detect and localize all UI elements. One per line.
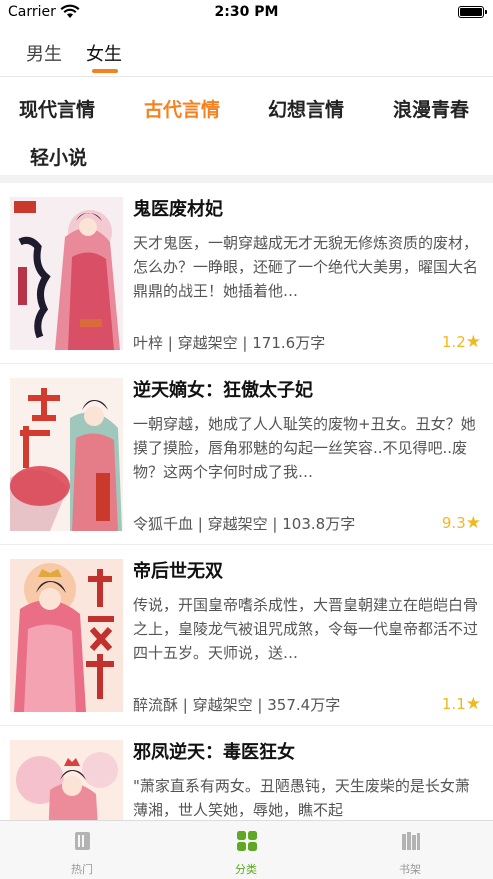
tab-female[interactable]: 女生 xyxy=(86,40,122,66)
book-genre: 穿越架空 xyxy=(177,334,238,352)
book-meta: 醉流酥 | 穿越架空 | 357.4万字 xyxy=(133,694,340,715)
book-icon xyxy=(75,832,90,850)
status-bar: Carrier 2:30 PM xyxy=(0,0,493,26)
book-title: 帝后世无双 xyxy=(133,561,223,582)
book-cover-image xyxy=(10,559,123,712)
book-author: 叶梓 xyxy=(133,334,164,352)
book-description: 传说，开国皇帝嗜杀成性，大晋皇朝建立在皑皑白骨之上，皇陵龙气被诅咒成煞，令每一代… xyxy=(133,596,479,662)
book-genre: 穿越架空 xyxy=(192,696,253,714)
star-icon: ★ xyxy=(465,694,481,714)
book-word-count: 357.4万字 xyxy=(267,696,341,714)
tab-hot[interactable]: 热门 xyxy=(0,821,164,879)
category-romantic-youth[interactable]: 浪漫青春 xyxy=(393,95,469,122)
book-word-count: 103.8万字 xyxy=(282,515,356,533)
book-item[interactable]: 逆天嫡女：狂傲太子妃 一朝穿越，她成了人人耻笑的废物+丑女。丑女？她摸了摸脸，唇… xyxy=(0,364,493,545)
meta-separator: | xyxy=(242,334,253,352)
meta-separator: | xyxy=(197,515,208,533)
book-description: "萧家直系有两女。丑陋愚钝，天生废柴的是长女萧薄湘，世人笑她，辱她，瞧不起 xyxy=(133,777,470,819)
book-author: 令狐千血 xyxy=(133,515,194,533)
category-selector: 现代言情 古代言情 幻想言情 浪漫青春 轻小说 xyxy=(0,77,493,177)
book-rating: 1.1★ xyxy=(442,694,481,714)
book-cover-image xyxy=(10,197,123,350)
book-description: 一朝穿越，她成了人人耻笑的废物+丑女。丑女？她摸了摸脸，唇角邪魅的勾起一丝笑容.… xyxy=(133,415,476,481)
book-genre: 穿越架空 xyxy=(207,515,268,533)
star-icon: ★ xyxy=(465,513,481,533)
book-rating: 1.2★ xyxy=(442,332,481,352)
bottom-tab-bar: 热门 分类 书架 xyxy=(0,820,493,879)
meta-separator: | xyxy=(272,515,283,533)
rating-value: 1.2 xyxy=(441,333,466,351)
book-author: 醉流酥 xyxy=(133,696,179,714)
book-cover-image xyxy=(10,740,123,820)
book-list: 鬼医废材妃 天才鬼医，一朝穿越成无才无貌无修炼资质的废材，怎么办？一睁眼，还砸了… xyxy=(0,183,493,820)
book-item[interactable]: 鬼医废材妃 天才鬼医，一朝穿越成无才无貌无修炼资质的废材，怎么办？一睁眼，还砸了… xyxy=(0,183,493,364)
meta-separator: | xyxy=(182,696,193,714)
meta-separator: | xyxy=(167,334,178,352)
active-tab-indicator xyxy=(92,69,118,73)
tab-category[interactable]: 分类 xyxy=(164,821,328,879)
meta-separator: | xyxy=(257,696,268,714)
book-word-count: 171.6万字 xyxy=(252,334,326,352)
book-title: 逆天嫡女：狂傲太子妃 xyxy=(133,380,313,401)
tab-label: 热门 xyxy=(71,863,93,876)
book-meta: 叶梓 | 穿越架空 | 171.6万字 xyxy=(133,332,325,353)
category-ancient-romance[interactable]: 古代言情 xyxy=(144,95,220,122)
gender-tabs: 男生 女生 xyxy=(0,26,493,76)
book-description: 天才鬼医，一朝穿越成无才无貌无修炼资质的废材，怎么办？一睁眼，还砸了一个绝代大美… xyxy=(133,234,479,300)
star-icon: ★ xyxy=(465,332,481,352)
category-fantasy-romance[interactable]: 幻想言情 xyxy=(268,95,344,122)
rating-value: 1.1 xyxy=(441,695,466,713)
bookshelf-icon xyxy=(402,832,420,850)
tab-label: 书架 xyxy=(399,863,421,876)
book-item[interactable]: 帝后世无双 传说，开国皇帝嗜杀成性，大晋皇朝建立在皑皑白骨之上，皇陵龙气被诅咒成… xyxy=(0,545,493,726)
grid-icon xyxy=(237,831,257,851)
book-item[interactable]: 邪凤逆天：毒医狂女 "萧家直系有两女。丑陋愚钝，天生废柴的是长女萧薄湘，世人笑她… xyxy=(0,726,493,820)
section-gap xyxy=(0,175,493,183)
status-time: 2:30 PM xyxy=(214,4,279,20)
battery-icon xyxy=(458,6,487,18)
tab-male[interactable]: 男生 xyxy=(26,40,62,66)
tab-bookshelf[interactable]: 书架 xyxy=(328,821,492,879)
book-rating: 9.3★ xyxy=(442,513,481,533)
book-cover-image xyxy=(10,378,123,531)
book-title: 邪凤逆天：毒医狂女 xyxy=(133,742,295,763)
category-light-novel[interactable]: 轻小说 xyxy=(30,143,87,170)
book-meta: 令狐千血 | 穿越架空 | 103.8万字 xyxy=(133,513,355,534)
book-title: 鬼医废材妃 xyxy=(133,199,223,220)
rating-value: 9.3 xyxy=(441,514,466,532)
category-modern-romance[interactable]: 现代言情 xyxy=(19,95,95,122)
tab-label: 分类 xyxy=(235,863,257,876)
